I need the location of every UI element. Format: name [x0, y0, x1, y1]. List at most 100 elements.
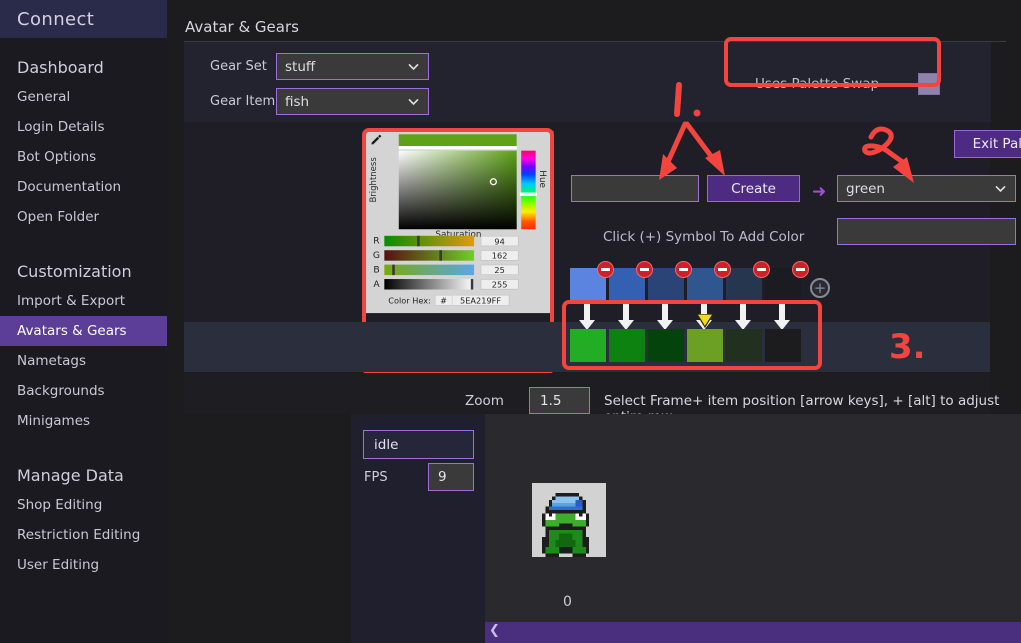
- main-content: Avatar & Gears Gear Set stuff Gear Item …: [167, 0, 1021, 643]
- chevron-down-icon: [995, 186, 1006, 193]
- scroll-left-icon[interactable]: ❮: [489, 623, 500, 638]
- exit-palette-editor-button[interactable]: Exit Palette Editor: [954, 130, 1021, 158]
- target-swatch-3[interactable]: [687, 329, 723, 362]
- create-palette-button[interactable]: Create: [707, 175, 800, 202]
- channel-row-b: B 25: [369, 264, 519, 276]
- sidebar-item-user-editing[interactable]: User Editing: [0, 550, 167, 580]
- add-color-button[interactable]: +: [810, 278, 830, 298]
- sidebar-item-general[interactable]: General: [0, 82, 167, 112]
- sidebar-item-nametags[interactable]: Nametags: [0, 346, 167, 376]
- nav-group-manage-data-title: Manage Data: [17, 465, 124, 485]
- channel-slider-g[interactable]: [384, 250, 475, 261]
- gear-set-label: Gear Set: [210, 59, 267, 74]
- palette-swap-row[interactable]: Uses Palette Swap: [741, 62, 956, 106]
- exit-label: Exit Palette Editor: [972, 136, 1021, 152]
- sprite-frame-preview[interactable]: [532, 483, 606, 557]
- avatar-sprite-icon: [532, 483, 606, 557]
- remove-color-5-button[interactable]: [792, 261, 809, 278]
- sidebar-item-import-export[interactable]: Import & Export: [0, 286, 167, 316]
- sidebar-item-open-folder[interactable]: Open Folder: [0, 202, 167, 232]
- palette-select-value: green: [846, 180, 885, 197]
- zoom-value-input[interactable]: 1.5: [529, 387, 590, 414]
- channel-label-g: G: [372, 250, 381, 261]
- hex-hash: #: [435, 295, 453, 306]
- mapping-arrow-1-icon: [618, 303, 634, 330]
- mapping-arrow-0-icon: [579, 303, 595, 330]
- chevron-down-icon: [408, 64, 419, 71]
- gear-item-dropdown[interactable]: fish: [276, 88, 429, 115]
- zoom-label: Zoom: [465, 393, 504, 409]
- sidebar: Connect Dashboard General Login Details …: [0, 0, 167, 643]
- remove-color-0-button[interactable]: [597, 261, 614, 278]
- target-swatch-4[interactable]: [726, 329, 762, 362]
- sidebar-item-label: User Editing: [17, 557, 100, 573]
- color-hex-value: 5EA219FF: [460, 295, 502, 306]
- arrow-right-icon: ➜: [812, 182, 827, 202]
- sidebar-item-minigames[interactable]: Minigames: [0, 406, 167, 436]
- palette-swap-label: Uses Palette Swap: [755, 76, 880, 92]
- remove-color-4-button[interactable]: [753, 261, 770, 278]
- horizontal-scrollbar[interactable]: [485, 622, 1021, 643]
- sidebar-item-label: Login Details: [17, 119, 105, 135]
- hue-slider-thumb[interactable]: [519, 192, 537, 196]
- remove-color-2-button[interactable]: [675, 261, 692, 278]
- mapping-arrow-2-icon: [657, 303, 673, 330]
- sidebar-item-label: Import & Export: [17, 293, 126, 309]
- sidebar-item-bot-options[interactable]: Bot Options: [0, 142, 167, 172]
- sidebar-item-label: Shop Editing: [17, 497, 103, 513]
- channel-value-a[interactable]: 255: [480, 279, 519, 290]
- brand-bar: Connect: [0, 0, 167, 38]
- gear-item-label: Gear Item: [210, 94, 276, 109]
- add-color-hint: Click (+) Symbol To Add Color: [603, 229, 805, 245]
- remove-color-3-button[interactable]: [714, 261, 731, 278]
- mapping-arrow-4-icon: [735, 303, 751, 330]
- channel-value-g[interactable]: 162: [480, 250, 519, 261]
- palette-swap-checkbox[interactable]: [918, 73, 940, 95]
- channel-slider-r[interactable]: [384, 235, 475, 247]
- sidebar-item-label: Documentation: [17, 179, 122, 195]
- fps-value-input[interactable]: 9: [428, 463, 474, 491]
- sidebar-item-label: Minigames: [17, 413, 91, 429]
- sidebar-item-label: Restriction Editing: [17, 527, 141, 543]
- new-palette-name-input[interactable]: [571, 175, 699, 202]
- eyedropper-icon[interactable]: [370, 133, 383, 146]
- palette-select-dropdown[interactable]: green: [837, 175, 1016, 202]
- color-hex-field[interactable]: # 5EA219FF: [434, 294, 510, 306]
- rename-palette-input[interactable]: [837, 218, 1016, 245]
- target-swatch-1[interactable]: [609, 329, 645, 362]
- brand-title: Connect: [17, 8, 95, 30]
- target-swatch-0[interactable]: [570, 329, 606, 362]
- sidebar-item-avatars-gears[interactable]: Avatars & Gears: [0, 316, 167, 346]
- gear-set-dropdown[interactable]: stuff: [276, 53, 429, 80]
- sidebar-item-label: General: [17, 89, 71, 105]
- color-picker[interactable]: Brightness Saturation Hue R 94 G 162 B 2…: [366, 131, 554, 314]
- create-label: Create: [731, 180, 776, 197]
- mapping-arrow-5-icon: [774, 303, 790, 330]
- animation-name-input[interactable]: idle: [363, 430, 474, 459]
- remove-color-1-button[interactable]: [636, 261, 653, 278]
- channel-label-b: B: [373, 264, 380, 276]
- hue-slider[interactable]: [521, 150, 536, 230]
- color-preview-strip: [398, 134, 517, 147]
- gear-set-row: Gear Set stuff: [184, 53, 429, 80]
- channel-slider-b[interactable]: [384, 264, 475, 276]
- sb-cursor[interactable]: [489, 178, 497, 186]
- sidebar-item-restriction-editing[interactable]: Restriction Editing: [0, 520, 167, 550]
- gear-item-row: Gear Item fish: [184, 88, 429, 115]
- color-hex-row: Color Hex: # 5EA219FF: [388, 294, 510, 306]
- nav-group-dashboard-title: Dashboard: [17, 57, 104, 77]
- channel-row-a: A 255: [369, 279, 519, 290]
- channel-value-r[interactable]: 94: [480, 235, 519, 247]
- channel-slider-a[interactable]: [384, 279, 475, 290]
- target-swatch-2[interactable]: [648, 329, 684, 362]
- sidebar-item-backgrounds[interactable]: Backgrounds: [0, 376, 167, 406]
- target-swatch-5[interactable]: [765, 329, 801, 362]
- fps-label: FPS: [364, 470, 388, 485]
- saturation-brightness-field[interactable]: [398, 150, 517, 230]
- channel-value-b[interactable]: 25: [480, 264, 519, 276]
- gear-set-value: stuff: [285, 58, 316, 75]
- sidebar-item-shop-editing[interactable]: Shop Editing: [0, 490, 167, 520]
- sidebar-item-login-details[interactable]: Login Details: [0, 112, 167, 142]
- nav-group-customization-title: Customization: [17, 261, 132, 281]
- sidebar-item-documentation[interactable]: Documentation: [0, 172, 167, 202]
